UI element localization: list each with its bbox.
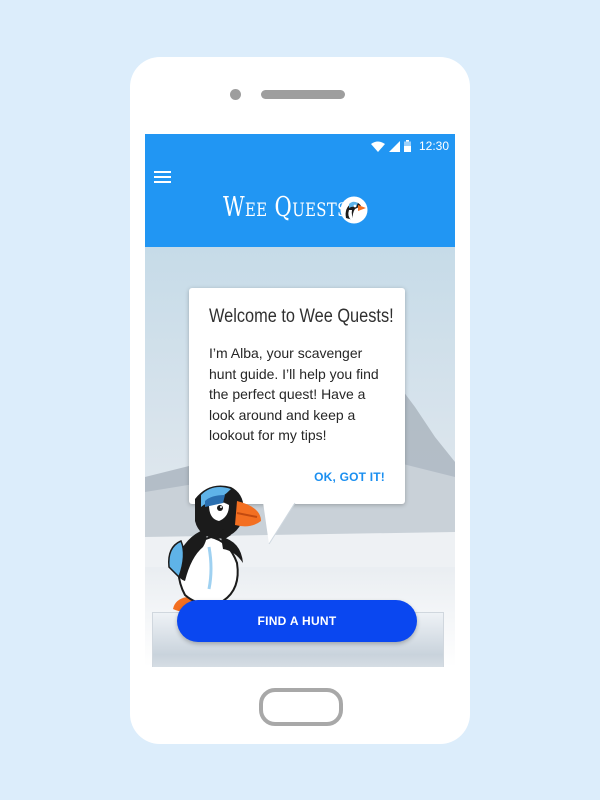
earpiece-speaker [261,90,345,99]
dialog-tail [263,502,296,545]
puffin-logo-icon [340,196,368,224]
menu-icon[interactable] [154,171,171,185]
signal-icon [388,140,400,152]
alba-puffin-mascot [168,485,261,616]
status-bar: 12:30 [370,137,449,155]
app-screen: 12:30 Wee Quests Welcome to Wee Quests! … [145,134,455,667]
home-button[interactable] [259,688,343,726]
status-time: 12:30 [418,139,449,153]
welcome-dialog: Welcome to Wee Quests! I’m Alba, your sc… [189,288,405,504]
phone-frame: 12:30 Wee Quests Welcome to Wee Quests! … [130,57,470,744]
find-a-hunt-button[interactable]: FIND A HUNT [177,600,417,642]
ok-got-it-button[interactable]: OK, GOT IT! [314,470,385,484]
battery-icon [403,140,411,152]
dialog-body: I’m Alba, your scavenger hunt guide. I’l… [209,345,379,443]
app-bar: 12:30 Wee Quests [145,134,455,247]
front-camera [230,89,241,100]
wifi-icon [370,141,385,152]
dialog-title: Welcome to Wee Quests! [209,306,394,327]
app-title: Wee Quests [223,192,348,223]
